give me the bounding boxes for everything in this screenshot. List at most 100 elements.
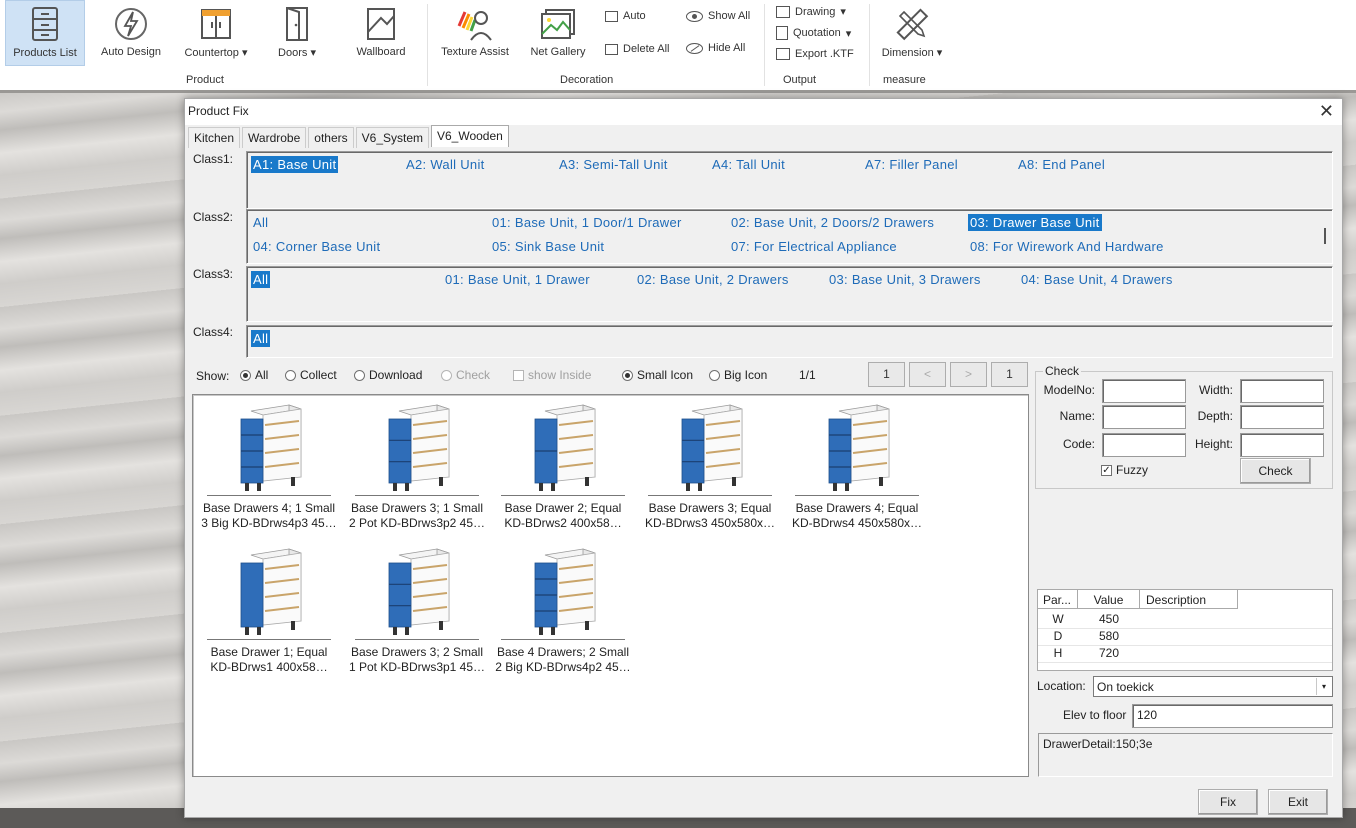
- show-label: Show:: [196, 369, 230, 383]
- fuzzy-checkbox[interactable]: ✓ Fuzzy: [1101, 463, 1148, 477]
- quotation-button[interactable]: Quotation ▾: [776, 26, 851, 40]
- cabinet-leg: [257, 483, 261, 491]
- countertop-button[interactable]: Countertop ▾: [176, 0, 256, 66]
- collect-radio[interactable]: Collect: [285, 368, 337, 382]
- table-cell-description[interactable]: [1140, 611, 1238, 628]
- product-item[interactable]: Base Drawers 4; Equal KD-BDrws4 450x580x…: [787, 401, 927, 531]
- export-ktf-button[interactable]: Export .KTF: [776, 48, 854, 60]
- big-icon-radio[interactable]: Big Icon: [709, 368, 767, 382]
- cabinet-interior: [262, 408, 302, 482]
- delete-all-label: Delete All: [623, 43, 670, 55]
- tab-wardrobe[interactable]: Wardrobe: [242, 127, 307, 148]
- class3-item[interactable]: 04: Base Unit, 4 Drawers: [1019, 271, 1175, 288]
- class1-item[interactable]: A4: Tall Unit: [710, 156, 787, 173]
- height-label: Height:: [1194, 437, 1233, 451]
- class2-scrollbar[interactable]: [1324, 228, 1326, 244]
- class2-item[interactable]: 03: Drawer Base Unit: [968, 214, 1102, 231]
- dimension-button[interactable]: Dimension ▾: [874, 0, 950, 66]
- doors-button[interactable]: Doors ▾: [262, 0, 332, 66]
- width-input[interactable]: [1240, 379, 1324, 403]
- product-fix-dialog: Product Fix ✕ Kitchen Wardrobe others V6…: [184, 98, 1343, 818]
- show-all-button[interactable]: Show All: [686, 10, 750, 22]
- close-icon[interactable]: ✕: [1319, 101, 1334, 121]
- class2-item[interactable]: 08: For Wirework And Hardware: [968, 238, 1166, 255]
- net-gallery-button[interactable]: Net Gallery: [522, 0, 594, 66]
- class3-item[interactable]: 03: Base Unit, 3 Drawers: [827, 271, 983, 288]
- table-cell-value[interactable]: 450: [1078, 611, 1140, 628]
- table-header-param[interactable]: Par...: [1038, 590, 1078, 609]
- table-cell-description[interactable]: [1140, 628, 1238, 645]
- tab-v6-system[interactable]: V6_System: [355, 127, 429, 148]
- cabinet-front: [681, 418, 705, 484]
- class1-item[interactable]: A1: Base Unit: [251, 156, 339, 173]
- check-button[interactable]: Check: [1240, 458, 1311, 484]
- products-list-button[interactable]: Products List: [5, 0, 85, 66]
- table-cell-param: W: [1052, 612, 1064, 626]
- class1-item[interactable]: A8: End Panel: [1016, 156, 1107, 173]
- product-item[interactable]: Base Drawers 4; 1 Small 3 Big KD-BDrws4p…: [199, 401, 339, 531]
- product-item[interactable]: Base Drawers 3; 2 Small 1 Pot KD-BDrws3p…: [347, 545, 487, 675]
- elev-to-floor-label: Elev to floor: [1063, 708, 1127, 722]
- dialog-title: Product Fix: [188, 104, 249, 118]
- cabinet-leg: [439, 477, 443, 486]
- check-radio: Check: [441, 368, 490, 382]
- auto-design-button[interactable]: Auto Design: [92, 0, 170, 66]
- class1-item[interactable]: A7: Filler Panel: [863, 156, 960, 173]
- texture-assist-button[interactable]: Texture Assist: [434, 0, 516, 66]
- product-item[interactable]: Base Drawers 3; 1 Small 2 Pot KD-BDrws3p…: [347, 401, 487, 531]
- elev-to-floor-input[interactable]: 120: [1132, 704, 1333, 728]
- product-name-line2: KD-BDrws2 400x58…: [504, 516, 622, 530]
- class4-item[interactable]: All: [251, 330, 271, 347]
- class2-item[interactable]: 07: For Electrical Appliance: [729, 238, 899, 255]
- next-page-button[interactable]: >: [950, 362, 987, 387]
- class2-item[interactable]: 01: Base Unit, 1 Door/1 Drawer: [490, 214, 684, 231]
- tab-others[interactable]: others: [308, 127, 354, 148]
- product-divider: [795, 495, 919, 496]
- auto-button[interactable]: Auto: [605, 10, 646, 22]
- prev-page-button[interactable]: <: [909, 362, 946, 387]
- class2-item[interactable]: 05: Sink Base Unit: [490, 238, 606, 255]
- class1-item[interactable]: A2: Wall Unit: [404, 156, 487, 173]
- wallboard-button[interactable]: Wallboard: [346, 0, 416, 66]
- download-radio[interactable]: Download: [354, 368, 422, 382]
- first-page-button[interactable]: 1: [868, 362, 905, 387]
- product-name-line1: Base Drawers 4; Equal: [795, 501, 919, 515]
- tab-v6-wooden[interactable]: V6_Wooden: [431, 125, 509, 147]
- table-header-description[interactable]: Description: [1140, 590, 1238, 609]
- product-item[interactable]: Base Drawers 3; Equal KD-BDrws3 450x580x…: [640, 401, 780, 531]
- class2-item[interactable]: 04: Corner Base Unit: [251, 238, 382, 255]
- chevron-down-icon[interactable]: ▾: [1316, 678, 1331, 695]
- ribbon-separator: [869, 4, 870, 86]
- cabinet-icon: [32, 7, 58, 41]
- class3-item[interactable]: 02: Base Unit, 2 Drawers: [635, 271, 791, 288]
- product-item[interactable]: Base Drawer 1; Equal KD-BDrws1 400x58…: [199, 545, 339, 675]
- class2-item[interactable]: 02: Base Unit, 2 Doors/2 Drawers: [729, 214, 936, 231]
- drawing-button[interactable]: Drawing ▾: [776, 5, 846, 18]
- class2-item[interactable]: All: [251, 214, 270, 231]
- show-all-radio[interactable]: All: [240, 368, 268, 382]
- table-header-value[interactable]: Value: [1078, 590, 1140, 609]
- class3-item[interactable]: All: [251, 271, 271, 288]
- delete-all-button[interactable]: Delete All: [605, 43, 669, 55]
- hide-all-button[interactable]: Hide All: [686, 42, 745, 54]
- table-cell-description[interactable]: [1140, 645, 1238, 662]
- product-item[interactable]: Base Drawer 2; Equal KD-BDrws2 400x58…: [493, 401, 633, 531]
- height-input[interactable]: [1240, 433, 1324, 457]
- table-cell-value[interactable]: 580: [1078, 628, 1140, 645]
- class3-item[interactable]: 01: Base Unit, 1 Drawer: [443, 271, 592, 288]
- model-no-label: ModelNo:: [1043, 383, 1095, 397]
- cabinet-interior: [262, 552, 302, 626]
- exit-button[interactable]: Exit: [1268, 789, 1328, 815]
- name-label: Name:: [1059, 409, 1095, 423]
- class1-item[interactable]: A3: Semi-Tall Unit: [557, 156, 670, 173]
- last-page-button[interactable]: 1: [991, 362, 1028, 387]
- fix-button[interactable]: Fix: [1198, 789, 1258, 815]
- product-item[interactable]: Base 4 Drawers; 2 Small 2 Big KD-BDrws4p…: [493, 545, 633, 675]
- tab-kitchen[interactable]: Kitchen: [188, 127, 241, 148]
- table-cell-value[interactable]: 720: [1078, 645, 1140, 662]
- table-cell-param: H: [1053, 646, 1063, 660]
- drawer-cabinet-thumbnail: [388, 404, 450, 491]
- location-select[interactable]: On toekick ▾: [1093, 676, 1333, 697]
- depth-input[interactable]: [1240, 405, 1324, 429]
- small-icon-radio[interactable]: Small Icon: [622, 368, 693, 382]
